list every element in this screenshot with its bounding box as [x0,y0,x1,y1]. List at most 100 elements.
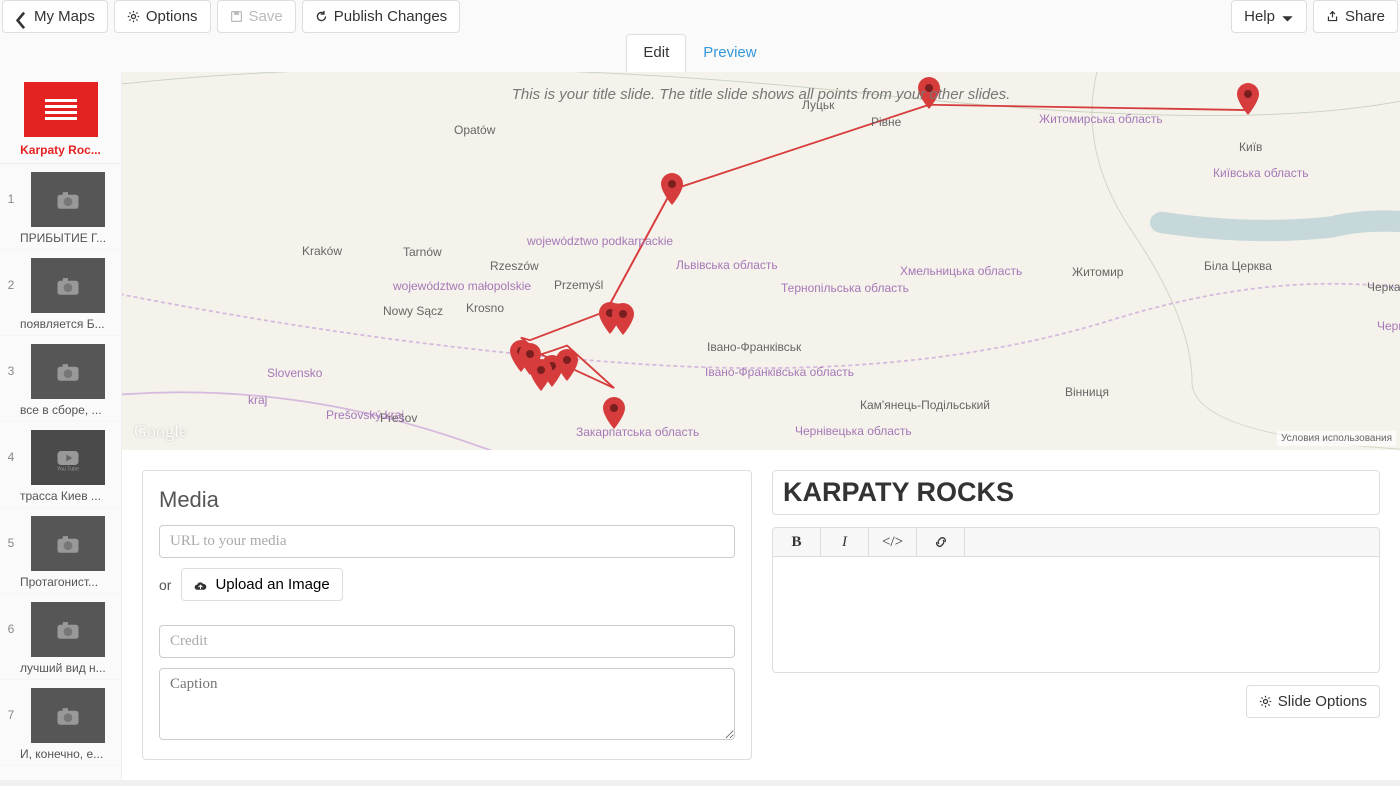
map-marker[interactable] [612,303,634,335]
map-city-label: Krosno [466,301,504,315]
slide-number: 6 [4,602,18,636]
camera-icon [31,258,105,313]
map-city-label: Київ [1239,140,1262,154]
title-slide-icon [24,82,98,137]
slide-thumb-6[interactable]: 6 лучший вид н... [0,594,121,680]
map-region-label: kraj [248,393,267,407]
youtube-icon: You Tube [31,430,105,485]
slide-thumb-3[interactable]: 3 все в сборе, ... [0,336,121,422]
top-toolbar: My Maps Options Save Publish Changes Hel… [0,0,1400,33]
slide-label: трасса Киев ... [18,489,117,503]
svg-text:You Tube: You Tube [57,466,79,472]
slide-thumb-4[interactable]: 4 You Tube трасса Киев ... [0,422,121,508]
camera-icon [31,516,105,571]
slide-title-input[interactable]: KARPATY ROCKS [772,470,1380,515]
map-marker[interactable] [556,349,578,381]
code-button[interactable]: </> [869,528,917,556]
map-city-label: Kraków [302,244,342,258]
map-city-label: Košice [374,448,410,450]
map-hint-text: This is your title slide. The title slid… [122,86,1400,103]
camera-icon [31,602,105,657]
map-city-label: Rzeszów [490,259,539,273]
slides-sidebar: Karpaty Roc... 1ПРИБЫТИЕ Г... 2 появляется… [0,72,122,780]
slide-thumb-2[interactable]: 2 появляется Б... [0,250,121,336]
map-city-label: Opatów [454,123,495,137]
map-region-label: Тернопільська область [781,281,909,295]
save-button: Save [217,0,296,33]
map-region-label: Хмельницька область [900,264,1022,278]
map-terms-link[interactable]: Условия использования [1277,431,1396,446]
share-button[interactable]: Share [1313,0,1398,33]
slide-options-button[interactable]: Slide Options [1246,685,1380,718]
camera-icon [31,344,105,399]
caret-down-icon [1281,10,1294,23]
map-city-label: Івано-Франківськ [707,340,801,354]
title-slide-thumb[interactable]: Karpaty Roc... [0,72,121,164]
map-city-label: Житомир [1072,265,1123,279]
map-region-label: Житомирська область [1039,112,1163,126]
help-button[interactable]: Help [1231,0,1307,33]
map-marker[interactable] [603,397,625,429]
slide-thumb-5[interactable]: 5 Протагонист... [0,508,121,594]
upload-image-button[interactable]: Upload an Image [181,568,342,601]
map-city-label: Рівне [871,115,901,129]
save-icon [230,10,243,23]
map-region-label: Київська область [1213,166,1308,180]
my-maps-button[interactable]: My Maps [2,0,108,33]
tab-edit[interactable]: Edit [626,34,686,72]
slide-label: лучший вид н... [18,661,117,675]
rich-text-editor: B I </> [772,527,1380,673]
media-panel: Media or Upload an Image [142,470,752,760]
slide-body-editor[interactable] [772,557,1380,673]
map-region-label: Slovensko [267,366,322,380]
camera-icon [31,688,105,743]
map-marker[interactable] [530,359,552,391]
map-region-label: Закарпатська область [576,425,699,439]
map-city-label: Вінниця [1065,385,1109,399]
slide-number: 5 [4,516,18,550]
refresh-icon [315,10,328,23]
bold-button[interactable]: B [773,528,821,556]
link-button[interactable] [917,528,965,556]
map-city-label: Tarnów [403,245,442,259]
slide-number: 7 [4,688,18,722]
map-region-label: Івано-Франківська область [705,365,854,379]
tab-preview[interactable]: Preview [686,34,773,72]
cloud-upload-icon [194,578,207,591]
map-marker[interactable] [661,173,683,205]
map-region-label: województwo podkarpackie [527,234,673,248]
slide-number: 3 [4,344,18,378]
or-label: or [159,577,171,593]
map-city-label: Nowy Sącz [383,304,443,318]
slide-thumb-1[interactable]: 1ПРИБЫТИЕ Г... [0,164,121,250]
camera-icon [31,172,105,227]
map-canvas[interactable]: This is your title slide. The title slid… [122,72,1400,450]
slide-number: 1 [4,172,18,206]
slide-label: И, конечно, е... [18,747,117,761]
share-icon [1326,10,1339,23]
map-region-label: Чернівецька область [795,424,912,438]
map-city-label: Біла Церква [1204,259,1272,273]
slide-label: Протагонист... [18,575,117,589]
slide-label: появляется Б... [18,317,117,331]
slide-number: 4 [4,430,18,464]
publish-button[interactable]: Publish Changes [302,0,460,33]
options-button[interactable]: Options [114,0,211,33]
map-region-label: Черкаська область [1377,319,1400,333]
caption-textarea[interactable] [159,668,735,740]
map-region-label: Львівська область [676,258,778,272]
map-city-label: Кам'янець-Подільський [860,398,990,412]
media-url-input[interactable] [159,525,735,558]
map-region-label: Prešovský kraj [326,408,404,422]
slide-label: все в сборе, ... [18,403,117,417]
chevron-left-icon [15,10,28,23]
credit-input[interactable] [159,625,735,658]
map-city-label: Przemyśl [554,278,603,292]
map-region-label: województwo małopolskie [393,279,531,293]
map-city-label: Черкаси [1367,280,1400,294]
slide-number: 2 [4,258,18,292]
slide-thumb-7[interactable]: 7 И, конечно, е... [0,680,121,766]
italic-button[interactable]: I [821,528,869,556]
view-tabs: Edit Preview [0,33,1400,72]
gear-icon [127,10,140,23]
